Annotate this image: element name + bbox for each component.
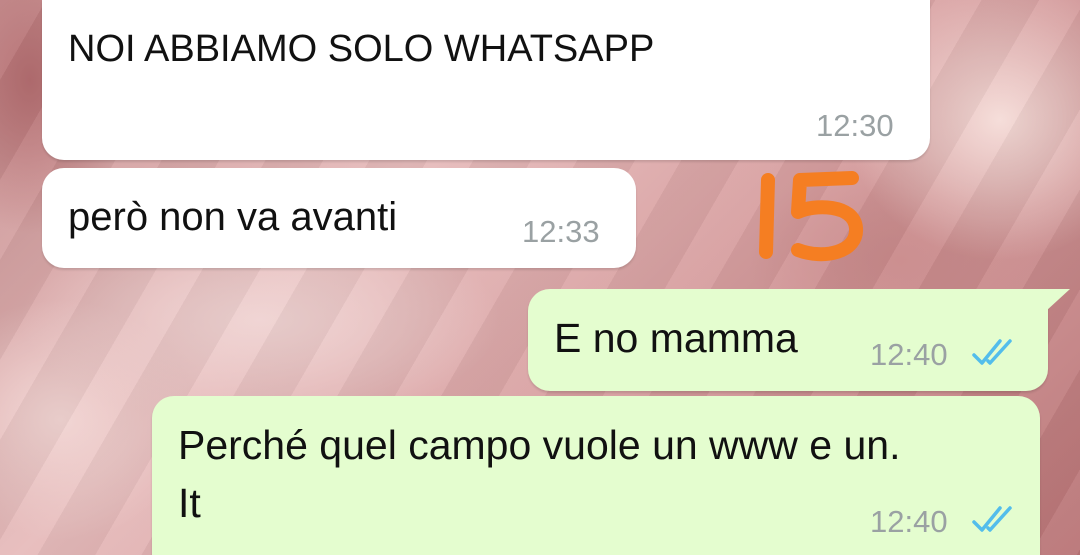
message-timestamp: 12:40 bbox=[870, 504, 948, 539]
incoming-message-bubble[interactable]: però non va avanti 12:33 bbox=[42, 168, 636, 268]
outgoing-message-bubble[interactable]: Perché quel campo vuole un www e un. It … bbox=[152, 396, 1040, 555]
message-timestamp: 12:33 bbox=[522, 214, 600, 249]
message-text-line-2: It bbox=[178, 480, 201, 526]
message-text-line-1: Perché quel campo vuole un www e un. bbox=[178, 422, 901, 468]
message-timestamp: 12:30 bbox=[816, 108, 894, 143]
double-check-read-icon bbox=[972, 506, 1012, 532]
message-text: E no mamma bbox=[554, 315, 798, 361]
message-text: però non va avanti bbox=[68, 195, 398, 239]
outgoing-bubble-tail bbox=[1046, 289, 1070, 311]
incoming-message-bubble[interactable]: NOI ABBIAMO SOLO WHATSAPP 12:30 bbox=[42, 0, 930, 160]
double-check-read-icon bbox=[972, 339, 1012, 365]
handwritten-annotation bbox=[759, 171, 863, 262]
outgoing-message-bubble[interactable]: E no mamma 12:40 bbox=[528, 289, 1048, 391]
message-text: NOI ABBIAMO SOLO WHATSAPP bbox=[68, 28, 655, 70]
message-timestamp: 12:40 bbox=[870, 337, 948, 372]
